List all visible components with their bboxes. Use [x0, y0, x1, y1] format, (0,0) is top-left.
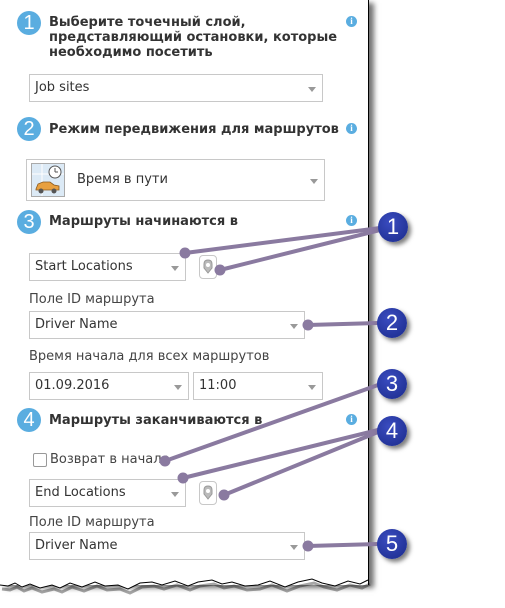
- leader-line-2: [306, 321, 380, 327]
- callout-badge-5: 5: [377, 529, 407, 559]
- leader-line-1a: [183, 226, 382, 255]
- callout-badge-1: 1: [378, 212, 408, 242]
- leader-dot: [302, 319, 314, 331]
- leader-dot: [218, 489, 230, 501]
- leader-line-3: [163, 383, 380, 463]
- leader-dot: [214, 264, 226, 276]
- leader-line-1b: [218, 228, 382, 272]
- callout-leader-lines: [159, 226, 382, 552]
- callout-badge-4: 4: [377, 416, 407, 446]
- leader-dot: [177, 472, 189, 484]
- callout-badge-2: 2: [377, 308, 407, 338]
- leader-dot: [179, 247, 191, 259]
- callout-badge-3: 3: [377, 369, 407, 399]
- leader-line-5: [306, 542, 380, 548]
- leader-dot: [302, 540, 314, 552]
- leader-dot: [159, 455, 171, 467]
